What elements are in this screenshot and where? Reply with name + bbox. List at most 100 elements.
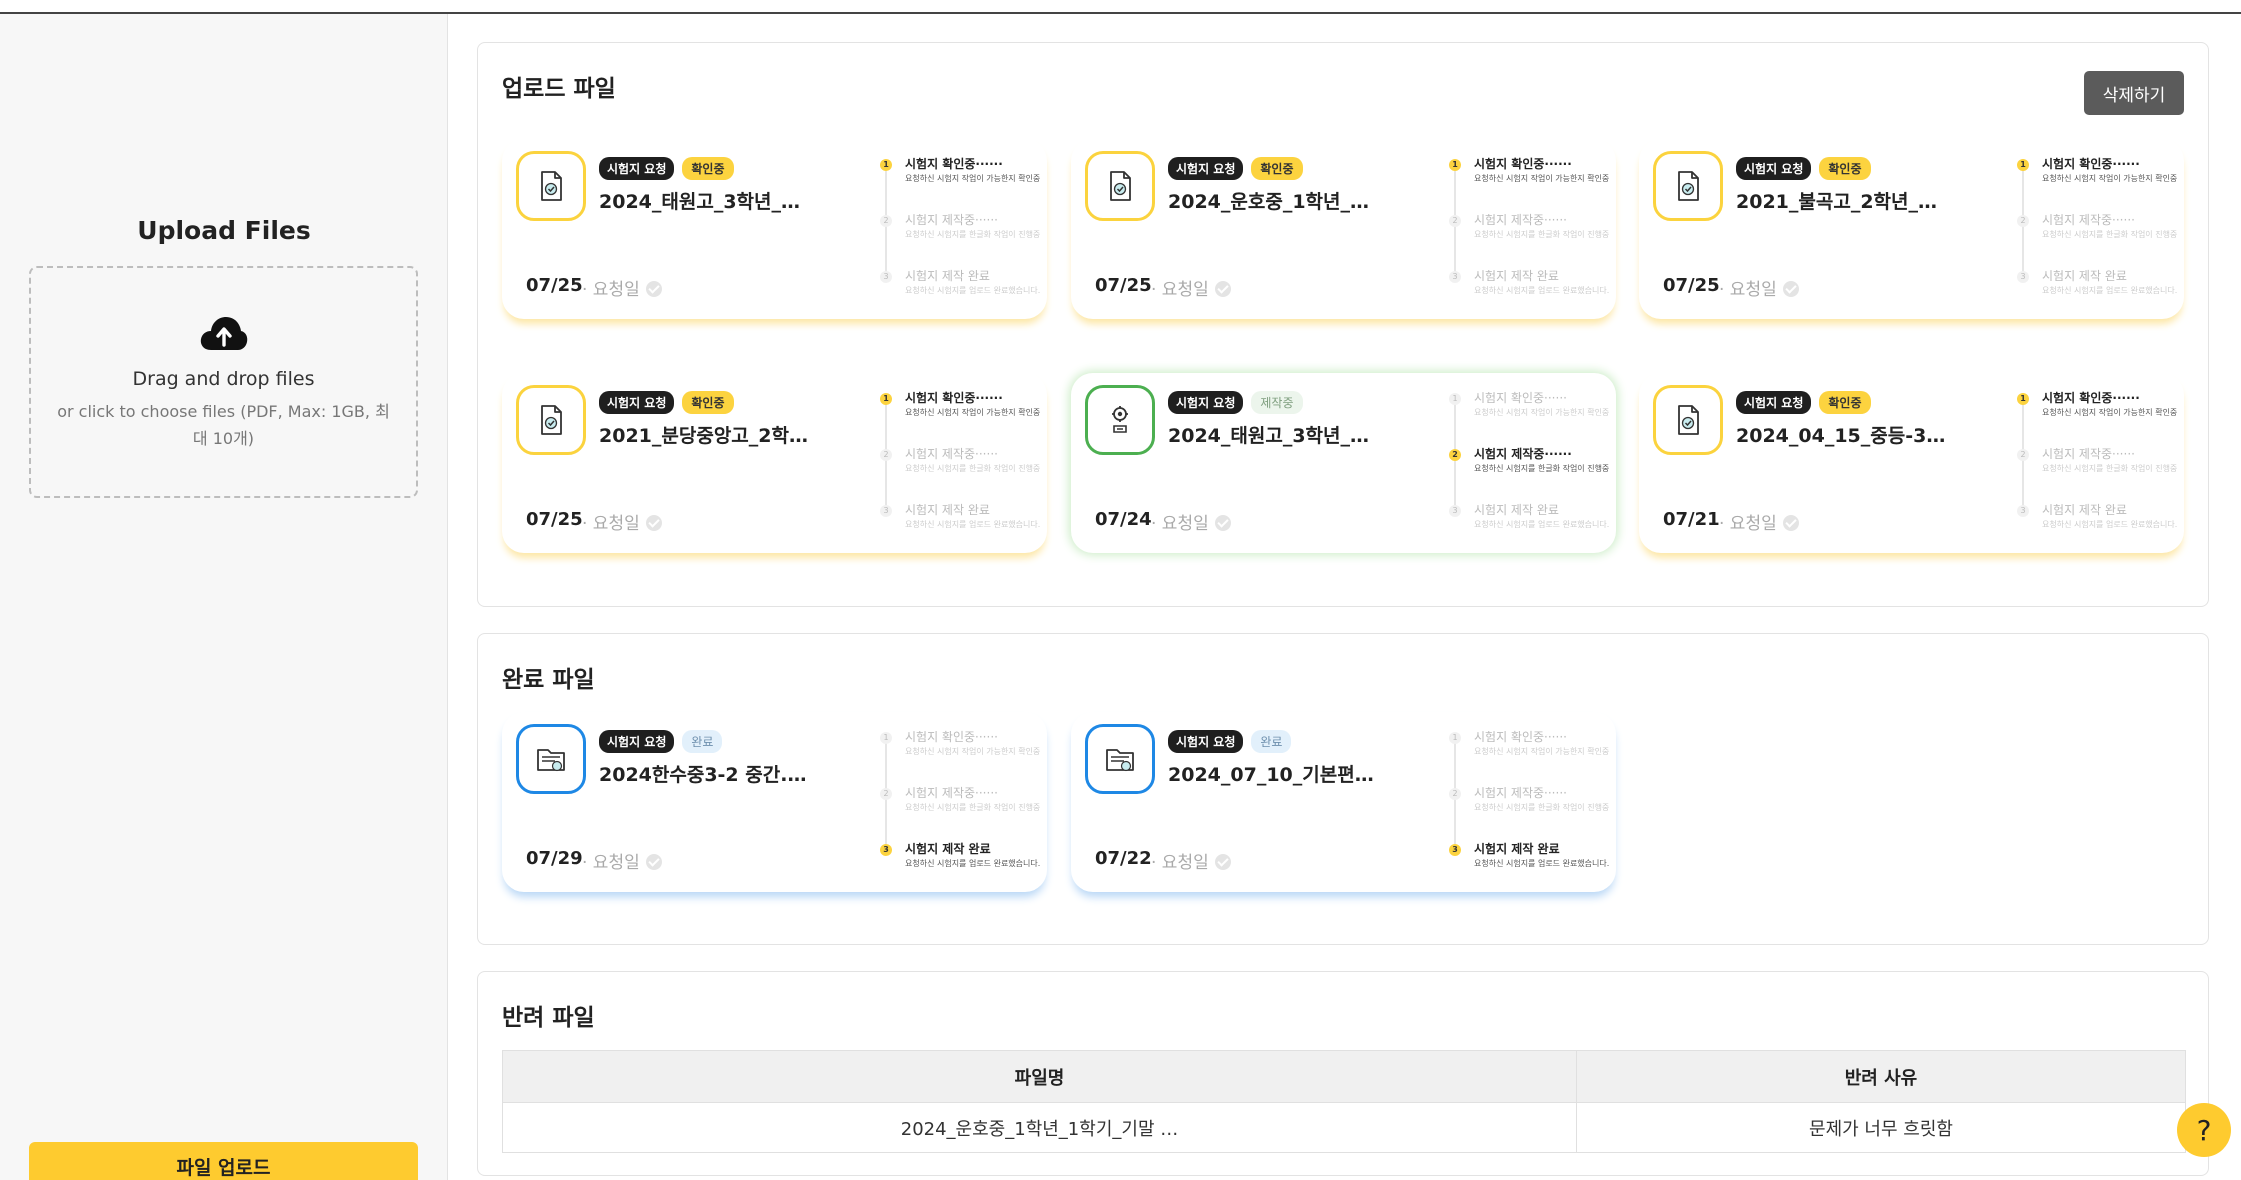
- status-badge: 완료: [682, 730, 723, 753]
- step-number: 1: [1449, 393, 1461, 405]
- file-card[interactable]: 시험지 요청 제작중 2024_태원고_3학년_1… 07/24 · 요청일 1 시험지 확…: [1071, 373, 1616, 553]
- step-title: 시험지 제작 완료: [905, 269, 990, 283]
- request-tag: 시험지 요청: [1736, 391, 1812, 414]
- progress-steps: 1 시험지 확인중······ 요청하신 시험지 작업이 가능한지 확인중 2 시험지 …: [1449, 157, 1610, 309]
- request-date-text: · 요청일: [1719, 514, 1777, 534]
- step-title: 시험지 제작중······: [1474, 447, 1572, 461]
- file-name: 2021_분당중앙고_2학…: [599, 425, 808, 447]
- step-title: 시험지 제작 완료: [1474, 269, 1559, 283]
- file-upload-button[interactable]: 파일 업로드: [29, 1142, 418, 1180]
- file-dropzone[interactable]: Drag and drop files or click to choose f…: [29, 266, 418, 498]
- status-badge: 제작중: [1251, 391, 1303, 414]
- rejected-reason-cell: 문제가 너무 흐릿함: [1576, 1102, 2186, 1153]
- check-circle-icon: [645, 281, 662, 297]
- step-title: 시험지 제작중······: [2042, 213, 2135, 227]
- file-name: 2024한수중3-2 중간.pdf: [599, 764, 809, 786]
- request-date-label: · 요청일: [1719, 509, 1799, 534]
- file-name: 2024_07_10_기본편-(…: [1168, 764, 1378, 786]
- file-date: 07/22: [1095, 848, 1152, 869]
- file-card[interactable]: 시험지 요청 확인중 2021_분당중앙고_2학… 07/25 · 요청일 1 시험지 확인…: [502, 373, 1047, 553]
- request-date-text: · 요청일: [582, 280, 640, 300]
- sidebar: Upload Files Drag and drop files or clic…: [0, 14, 448, 1180]
- request-date-text: · 요청일: [1151, 853, 1209, 873]
- file-date: 07/29: [526, 848, 583, 869]
- step-description: 요청하신 시험지를 업로드 완료했습니다.: [1474, 859, 1610, 868]
- step-number: 2: [1449, 788, 1461, 800]
- step-title: 시험지 확인중······: [1474, 157, 1572, 171]
- progress-steps: 1 시험지 확인중······ 요청하신 시험지 작업이 가능한지 확인중 2 시험지 …: [880, 157, 1041, 309]
- step-number: 2: [880, 215, 892, 227]
- step-number: 2: [1449, 449, 1461, 461]
- file-card[interactable]: 시험지 요청 확인중 2024_태원고_3학년_1… 07/25 · 요청일 1 시험지 확…: [502, 139, 1047, 319]
- table-row[interactable]: 2024_운호중_1학년_1학기_기말 … 문제가 너무 흐릿함: [502, 1102, 2186, 1153]
- step-title: 시험지 제작 완료: [1474, 842, 1560, 856]
- step-number: 3: [2017, 505, 2029, 517]
- step-title: 시험지 제작 완료: [2042, 269, 2127, 283]
- step-description: 요청하신 시험지를 한글화 작업이 진행중: [2042, 464, 2178, 473]
- step-description: 요청하신 시험지를 한글화 작업이 진행중: [1474, 464, 1610, 473]
- step-number: 1: [2017, 159, 2029, 171]
- help-button[interactable]: ?: [2177, 1103, 2231, 1157]
- file-date: 07/25: [1663, 275, 1720, 296]
- file-name: 2024_태원고_3학년_1…: [1168, 425, 1378, 447]
- progress-steps: 1 시험지 확인중······ 요청하신 시험지 작업이 가능한지 확인중 2 시험지 …: [1449, 391, 1610, 543]
- request-tag: 시험지 요청: [1168, 157, 1244, 180]
- file-date: 07/25: [526, 509, 583, 530]
- step-number: 2: [880, 449, 892, 461]
- file-name: 2024_04_15_중등-3-1…: [1736, 425, 1946, 447]
- step-description: 요청하신 시험지를 업로드 완료했습니다.: [905, 286, 1041, 295]
- request-tag: 시험지 요청: [599, 157, 675, 180]
- rejected-files-title: 반려 파일: [502, 1005, 595, 1031]
- step-number: 3: [880, 505, 892, 517]
- rejected-filename-cell: 2024_운호중_1학년_1학기_기말 …: [502, 1102, 1577, 1153]
- file-card[interactable]: 시험지 요청 완료 2024_07_10_기본편-(… 07/22 · 요청일 1 시험지 …: [1071, 712, 1616, 892]
- step-description: 요청하신 시험지를 한글화 작업이 진행중: [905, 464, 1041, 473]
- step-number: 1: [880, 732, 892, 744]
- dropzone-subtitle: or click to choose files (PDF, Max: 1GB,…: [57, 402, 390, 448]
- file-icon: [1085, 724, 1155, 794]
- step-title: 시험지 확인중······: [905, 391, 1003, 405]
- step-description: 요청하신 시험지를 한글화 작업이 진행중: [2042, 230, 2178, 239]
- step-description: 요청하신 시험지 작업이 가능한지 확인중: [2042, 174, 2178, 183]
- file-card[interactable]: 시험지 요청 확인중 2021_불곡고_2학년_2… 07/25 · 요청일 1 시험지 확…: [1639, 139, 2184, 319]
- file-card[interactable]: 시험지 요청 확인중 2024_운호중_1학년_1… 07/25 · 요청일 1 시험지 확…: [1071, 139, 1616, 319]
- request-date-text: · 요청일: [582, 853, 640, 873]
- step-description: 요청하신 시험지를 업로드 완료했습니다.: [1474, 520, 1610, 529]
- request-date-label: · 요청일: [1151, 275, 1231, 300]
- check-circle-icon: [1214, 281, 1231, 297]
- step-description: 요청하신 시험지 작업이 가능한지 확인중: [1474, 747, 1610, 756]
- file-card[interactable]: 시험지 요청 확인중 2024_04_15_중등-3-1… 07/21 · 요청일 1 시험…: [1639, 373, 2184, 553]
- request-date-label: · 요청일: [1719, 275, 1799, 300]
- file-name: 2021_불곡고_2학년_2…: [1736, 191, 1946, 213]
- step-description: 요청하신 시험지를 한글화 작업이 진행중: [1474, 803, 1610, 812]
- file-card[interactable]: 시험지 요청 완료 2024한수중3-2 중간.pdf 07/29 · 요청일 1 시험지 …: [502, 712, 1047, 892]
- upload-title: Upload Files: [137, 216, 311, 245]
- uploaded-files-title: 업로드 파일: [502, 76, 616, 102]
- status-badge: 확인중: [1251, 157, 1303, 180]
- step-description: 요청하신 시험지 작업이 가능한지 확인중: [1474, 408, 1610, 417]
- uploaded-files-panel: 업로드 파일 삭제하기 시험지 요청 확인중 2024_태원고_3학년_1… 07/2…: [477, 42, 2209, 607]
- step-number: 2: [2017, 449, 2029, 461]
- step-title: 시험지 제작중······: [905, 786, 998, 800]
- step-title: 시험지 확인중······: [1474, 730, 1567, 744]
- file-icon: [1653, 151, 1723, 221]
- step-title: 시험지 제작중······: [1474, 786, 1567, 800]
- step-number: 3: [880, 271, 892, 283]
- request-tag: 시험지 요청: [1168, 391, 1244, 414]
- progress-steps: 1 시험지 확인중······ 요청하신 시험지 작업이 가능한지 확인중 2 시험지 …: [880, 391, 1041, 543]
- step-description: 요청하신 시험지 작업이 가능한지 확인중: [905, 747, 1041, 756]
- check-circle-icon: [645, 515, 662, 531]
- delete-button[interactable]: 삭제하기: [2084, 71, 2184, 115]
- file-icon: [1085, 385, 1155, 455]
- step-number: 1: [880, 393, 892, 405]
- step-title: 시험지 확인중······: [1474, 391, 1567, 405]
- step-title: 시험지 제작중······: [1474, 213, 1567, 227]
- step-description: 요청하신 시험지 작업이 가능한지 확인중: [1474, 174, 1610, 183]
- file-icon: [516, 385, 586, 455]
- step-title: 시험지 확인중······: [905, 730, 998, 744]
- step-number: 3: [1449, 844, 1461, 856]
- check-circle-icon: [1214, 515, 1231, 531]
- column-header-filename: 파일명: [502, 1050, 1577, 1103]
- step-title: 시험지 확인중······: [905, 157, 1003, 171]
- step-number: 2: [880, 788, 892, 800]
